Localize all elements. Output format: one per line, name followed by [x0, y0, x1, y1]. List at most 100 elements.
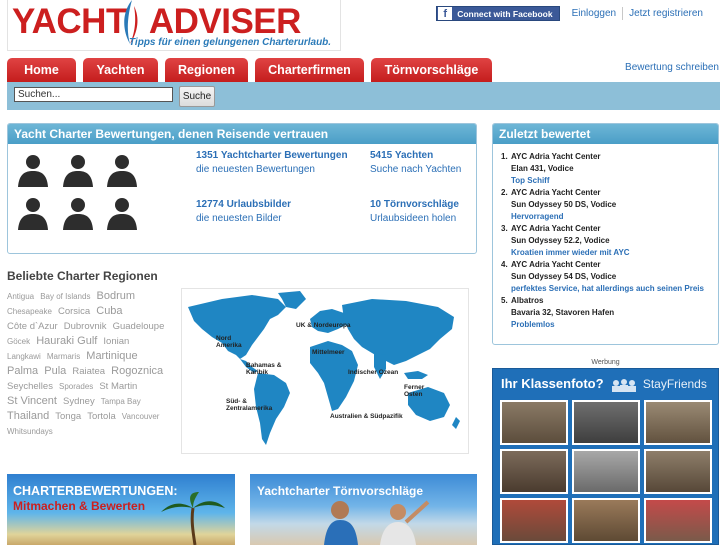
review-banner-subtitle: Mitmachen & Bewerten [13, 499, 146, 513]
recent-review-number: 5. [501, 296, 508, 305]
region-tag[interactable]: Hauraki Gulf [36, 335, 97, 347]
stats-panel: Yacht Charter Bewertungen, denen Reisend… [7, 123, 477, 254]
review-banner[interactable]: CHARTERBEWERTUNGEN: Mitmachen & Bewerten [7, 474, 235, 545]
map-label-caribbean[interactable]: Bahamas & Karibik [246, 362, 281, 376]
stat-yachts-count[interactable]: 5415 Yachten [370, 150, 433, 161]
stat-photos-link[interactable]: die neuesten Bilder [196, 213, 282, 224]
region-tag[interactable]: Chesapeake [7, 307, 52, 316]
recent-review-boat[interactable]: Sun Odyssey 52.2, Vodice [511, 235, 716, 247]
map-label-indian-ocean[interactable]: Indischer Ozean [348, 369, 398, 376]
nav-tab-home[interactable]: Home [7, 58, 76, 82]
region-tag[interactable]: St Vincent [7, 395, 57, 407]
region-tag[interactable]: Corsica [58, 306, 90, 317]
map-label-north-america[interactable]: Nord Amerika [216, 335, 242, 349]
logo-text-adviser: ADVISER [148, 2, 302, 41]
avatar-icon [18, 198, 48, 230]
region-tag[interactable]: Raiatea [72, 366, 105, 377]
class-photo [572, 449, 640, 494]
region-tag[interactable]: Cuba [96, 305, 122, 317]
region-tag[interactable]: Côte d`Azur [7, 321, 58, 332]
region-tag[interactable]: Tortola [87, 411, 116, 422]
class-photo [572, 400, 640, 445]
search-button[interactable]: Suche [179, 86, 215, 107]
region-tag[interactable]: Pula [44, 365, 66, 377]
stayfriends-ad[interactable]: Ihr Klassenfoto? StayFriends [492, 368, 719, 545]
stat-yachts-link[interactable]: Suche nach Yachten [370, 164, 461, 175]
recent-review-title[interactable]: Hervorragend [511, 211, 716, 223]
region-tag[interactable]: Guadeloupe [113, 321, 165, 332]
region-tag[interactable]: Martinique [86, 350, 137, 362]
region-tag[interactable]: Whitsundays [7, 427, 53, 436]
nav-tab-toernvorschlaege[interactable]: Törnvorschläge [371, 58, 492, 82]
recently-reviewed-title: Zuletzt bewertet [493, 124, 718, 144]
review-banner-title: CHARTERBEWERTUNGEN: [13, 484, 178, 498]
recent-review-company[interactable]: AYC Adria Yacht Center [511, 259, 716, 271]
region-tag[interactable]: Bay of Islands [40, 292, 90, 301]
region-tag[interactable]: Göcek [7, 337, 30, 346]
site-logo[interactable]: YACHT ADVISER Tipps für einen gelungenen … [7, 0, 341, 51]
recent-review-number: 1. [501, 152, 508, 161]
class-photo-grid [500, 400, 712, 543]
ad-headline: Ihr Klassenfoto? [501, 376, 604, 391]
region-tag[interactable]: St Martin [99, 381, 137, 392]
region-tag[interactable]: Tonga [55, 411, 81, 422]
class-photo [644, 400, 712, 445]
recent-review-item: 4. AYC Adria Yacht Center Sun Odyssey 54 D… [501, 259, 716, 295]
region-tag[interactable]: Langkawi [7, 352, 41, 361]
login-link[interactable]: Einloggen [566, 7, 622, 20]
map-label-mediterranean[interactable]: Mittelmeer [312, 349, 345, 356]
region-tag[interactable]: Bodrum [97, 290, 136, 302]
map-label-south-america[interactable]: Süd- & Zentralamerika [226, 398, 272, 412]
region-tag[interactable]: Palma [7, 365, 38, 377]
search-input[interactable] [14, 87, 173, 102]
recent-review-title[interactable]: Kroatien immer wieder mit AYC [511, 247, 716, 259]
region-tag[interactable]: Thailand [7, 410, 49, 422]
recent-review-item: 3. AYC Adria Yacht Center Sun Odyssey 52.2… [501, 223, 716, 259]
region-tag[interactable]: Tampa Bay [101, 397, 141, 406]
register-link[interactable]: Jetzt registrieren [622, 7, 709, 20]
stat-reviews-link[interactable]: die neuesten Bewertungen [196, 164, 315, 175]
region-tag[interactable]: Seychelles [7, 381, 53, 392]
region-tag[interactable]: Sydney [63, 396, 95, 407]
recent-review-title[interactable]: Top Schiff [511, 175, 716, 187]
stat-trips-link[interactable]: Urlaubsideen holen [370, 213, 456, 224]
region-tag[interactable]: Dubrovnik [64, 321, 107, 332]
recent-review-company[interactable]: AYC Adria Yacht Center [511, 187, 716, 199]
stats-panel-title: Yacht Charter Bewertungen, denen Reisend… [8, 124, 476, 144]
recent-review-company[interactable]: AYC Adria Yacht Center [511, 223, 716, 235]
trips-banner[interactable]: Yachtcharter Törnvorschläge [250, 474, 477, 545]
people-group-icon [611, 378, 637, 392]
recent-review-company[interactable]: Albatros [511, 295, 716, 307]
nav-tab-regionen[interactable]: Regionen [165, 58, 248, 82]
nav-tab-yachten[interactable]: Yachten [83, 58, 158, 82]
write-review-link[interactable]: Bewertung schreiben [625, 62, 719, 73]
recent-review-item: 1. AYC Adria Yacht Center Elan 431, Vodice… [501, 151, 716, 187]
stat-photos-count[interactable]: 12774 Urlaubsbilder [196, 199, 291, 210]
region-tag[interactable]: Vancouver [122, 412, 160, 421]
recent-review-company[interactable]: AYC Adria Yacht Center [511, 151, 716, 163]
region-tag[interactable]: Rogoznica [111, 365, 163, 377]
recent-review-boat[interactable]: Elan 431, Vodice [511, 163, 716, 175]
map-label-far-east[interactable]: Ferner Osten [404, 384, 424, 398]
ad-label: Werbung [591, 359, 620, 366]
recent-review-title[interactable]: perfektes Service, hat allerdings auch s… [511, 283, 716, 295]
recent-review-boat[interactable]: Sun Odyssey 54 DS, Vodice [511, 271, 716, 283]
world-map[interactable]: Nord Amerika Bahamas & Karibik Süd- & Ze… [181, 288, 469, 454]
map-label-northern-europe[interactable]: UK & Nordeuropa [296, 322, 351, 329]
recent-review-boat[interactable]: Sun Odyssey 50 DS, Vodice [511, 199, 716, 211]
region-tag[interactable]: Ionian [103, 336, 129, 347]
facebook-connect-button[interactable]: f Connect with Facebook [436, 6, 560, 21]
stat-reviews-count[interactable]: 1351 Yachtcharter Bewertungen [196, 150, 348, 161]
recent-review-number: 4. [501, 260, 508, 269]
region-tag[interactable]: Marmaris [47, 352, 80, 361]
region-tag[interactable]: Sporades [59, 382, 93, 391]
map-label-australia[interactable]: Australien & Südpazifik [330, 413, 403, 420]
recent-review-boat[interactable]: Bavaria 32, Stavoren Hafen [511, 307, 716, 319]
nav-tab-charterfirmen[interactable]: Charterfirmen [255, 58, 364, 82]
recent-review-title[interactable]: Problemlos [511, 319, 716, 331]
class-photo [500, 400, 568, 445]
stat-yachts: 5415 Yachten Suche nach Yachten [370, 149, 461, 177]
avatar-icon [18, 155, 48, 187]
stat-trips-count[interactable]: 10 Törnvorschläge [370, 199, 459, 210]
region-tag[interactable]: Antigua [7, 292, 34, 301]
